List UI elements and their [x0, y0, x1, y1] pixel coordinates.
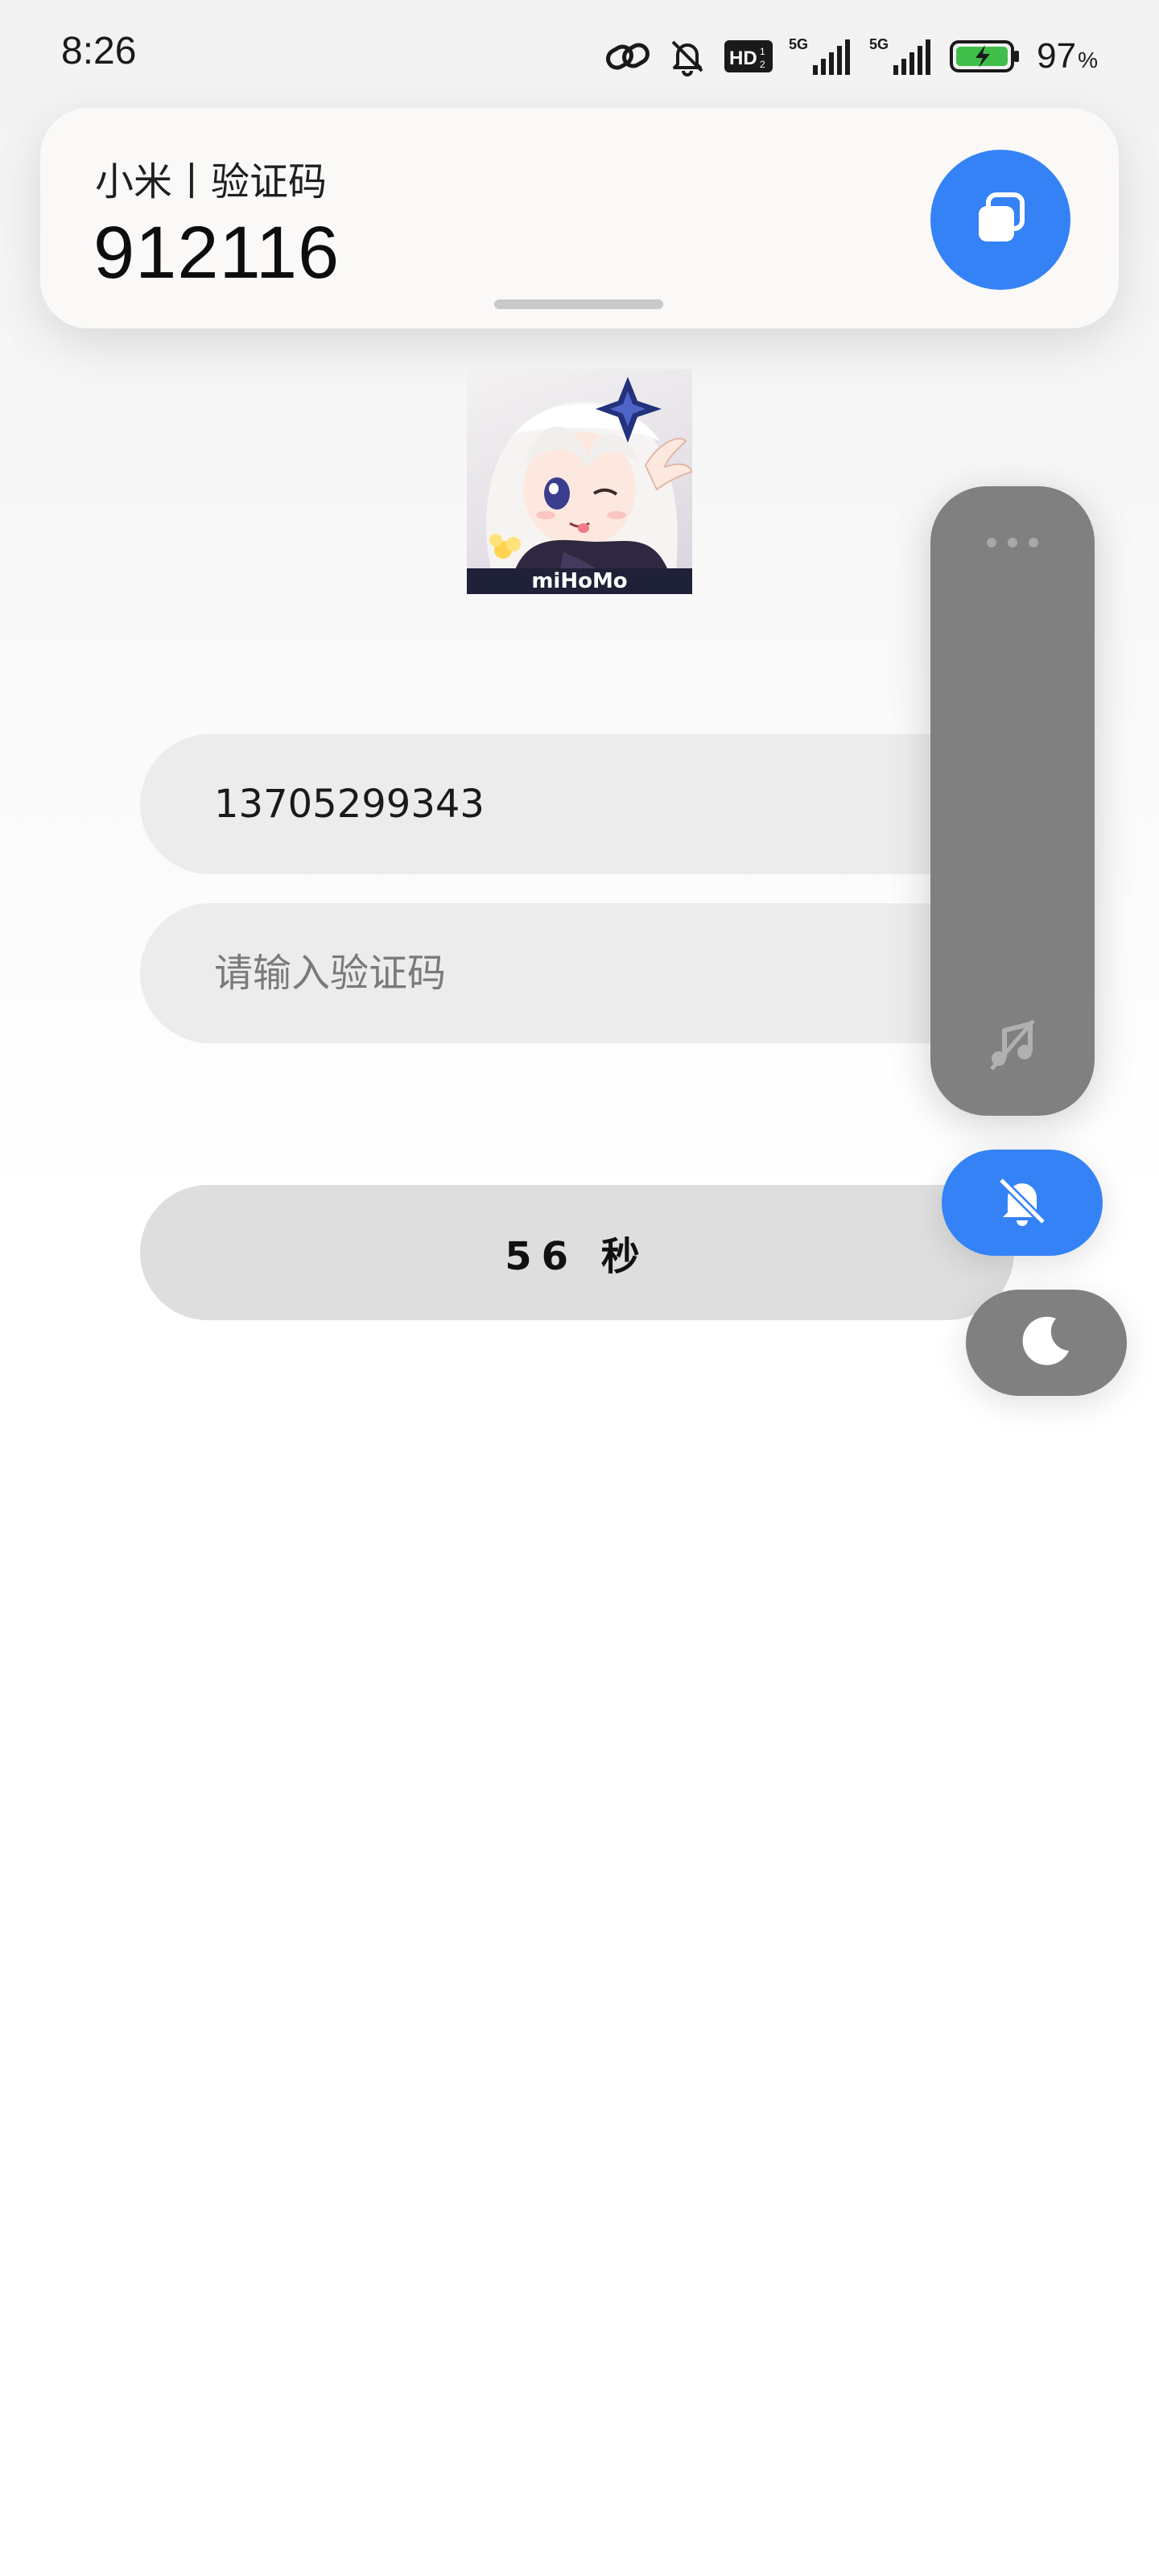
- ringer-mute-toggle[interactable]: [942, 1150, 1103, 1256]
- copy-code-button[interactable]: [930, 150, 1070, 290]
- status-bar: 8:26 HD 1 2 5G 5G 97 %: [0, 0, 1159, 105]
- status-icons: HD 1 2 5G 5G 97 %: [605, 34, 1098, 79]
- screen: 8:26 HD 1 2 5G 5G 97 % 小米丨验证码 912116 miH…: [0, 0, 1159, 2576]
- verification-code-notification[interactable]: 小米丨验证码 912116: [40, 108, 1119, 328]
- battery-percent-unit: %: [1078, 47, 1098, 72]
- notification-drag-handle[interactable]: [494, 299, 663, 309]
- app-logo: miHoMo: [467, 369, 692, 594]
- battery-percent: 97%: [1037, 36, 1098, 76]
- signal-5g-icon: 5G: [869, 36, 934, 76]
- app-logo-text: miHoMo: [531, 569, 627, 593]
- notification-title: 小米丨验证码: [95, 159, 328, 204]
- verification-code-field[interactable]: [140, 903, 1014, 1043]
- volume-panel[interactable]: [930, 486, 1095, 1116]
- signal-5g-icon: 5G: [789, 36, 853, 76]
- music-muted-icon: [984, 1016, 1041, 1074]
- bell-muted-icon: [666, 35, 708, 77]
- svg-text:HD: HD: [729, 47, 757, 69]
- battery-charging-icon: [950, 39, 1021, 74]
- status-time: 8:26: [61, 30, 137, 72]
- svg-text:1: 1: [760, 46, 765, 57]
- svg-text:5G: 5G: [869, 36, 889, 52]
- link-icon: [605, 40, 650, 72]
- phone-number-input[interactable]: [212, 781, 860, 828]
- do-not-disturb-toggle[interactable]: [966, 1290, 1127, 1396]
- phone-number-field[interactable]: [140, 734, 1014, 874]
- more-dots-icon[interactable]: [987, 535, 1038, 551]
- copy-icon: [972, 190, 1029, 250]
- verification-code-input[interactable]: [212, 950, 860, 997]
- battery-percent-value: 97: [1037, 36, 1077, 76]
- bell-muted-icon: [993, 1172, 1051, 1233]
- resend-countdown-button[interactable]: 56 秒: [140, 1185, 1014, 1320]
- hd-icon: HD 1 2: [724, 39, 773, 74]
- moon-icon: [1017, 1312, 1075, 1373]
- svg-text:2: 2: [760, 59, 765, 70]
- verification-code: 912116: [93, 212, 340, 294]
- svg-text:5G: 5G: [789, 36, 808, 52]
